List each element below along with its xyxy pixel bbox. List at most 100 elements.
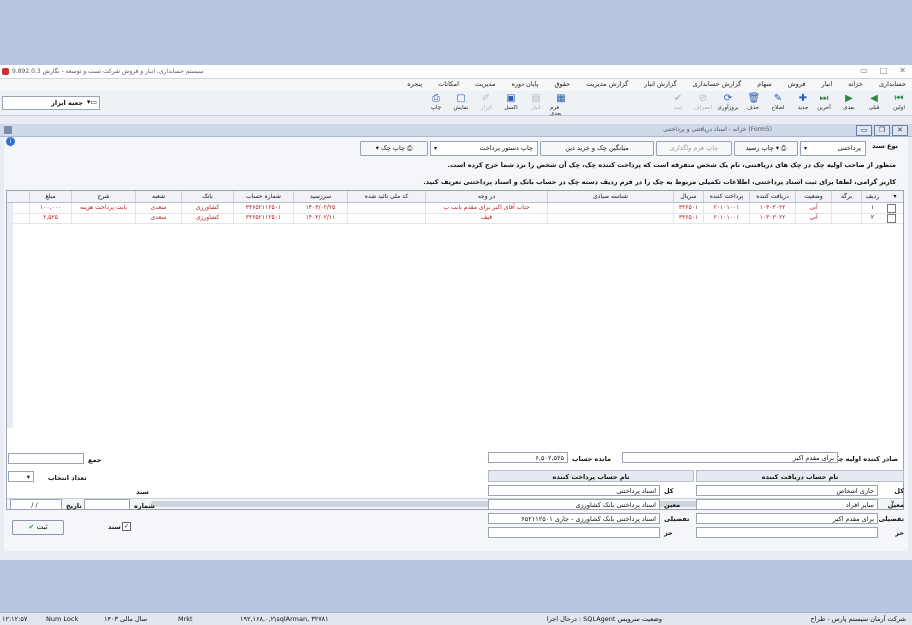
toolbar-nav-button-2[interactable]: ▶ بعدی — [838, 92, 860, 114]
toolbar-nav-button-3[interactable]: ⏭ آخرین — [813, 92, 835, 114]
column-header[interactable]: وضعیت — [795, 191, 831, 202]
table-cell[interactable] — [831, 213, 861, 223]
payer-account-field[interactable] — [488, 527, 660, 538]
minimize-button[interactable]: ▭ — [860, 66, 868, 75]
table-cell[interactable]: ۲۰۱۰۱۰۰۱ — [703, 213, 749, 223]
column-chooser-icon[interactable]: ▾ — [887, 191, 903, 202]
print-check-button[interactable]: ▾ چاپ چک ⎙ — [360, 141, 428, 156]
count-select[interactable]: ▾ — [8, 471, 34, 482]
toolbar-edit-button-2[interactable]: 🗑 حذف — [742, 92, 764, 114]
child-close-button[interactable]: ✕ — [892, 125, 908, 136]
table-cell[interactable]: ۳۳۶۵۲۱۱۲۵۰۱ — [233, 213, 293, 223]
table-cell[interactable]: آنی — [795, 203, 831, 213]
toolbar-edit-button-1[interactable]: ✎ اصلاح — [767, 92, 789, 114]
table-cell[interactable]: ۲ — [861, 213, 883, 223]
print-assign-form-button[interactable]: چاپ فرم واگذاری — [656, 141, 732, 156]
table-cell[interactable]: ۱۴۰۳/۰۲/۱۱ — [293, 213, 347, 223]
payer-account-field[interactable]: اسناد پرداختنی بانک کشاورزی - جاری ۶۵۲۱۱… — [488, 513, 660, 524]
menu-item-1[interactable]: خزانه — [848, 80, 863, 88]
table-cell[interactable] — [547, 203, 673, 213]
table-cell[interactable]: ۱۰۰,۰۰۰ — [29, 203, 71, 213]
receiver-account-field[interactable]: جاری اشخاص — [696, 485, 878, 496]
toolbar-nav-button-0[interactable]: ⏮ اولین — [888, 92, 910, 114]
menu-item-12[interactable]: پنجره — [407, 80, 422, 88]
vertical-scrollbar[interactable] — [7, 203, 13, 428]
print-payment-order-select[interactable]: ▾ چاپ دستور پرداخت — [430, 141, 538, 156]
help-icon[interactable]: i — [6, 137, 15, 146]
menu-item-11[interactable]: امکانات — [438, 80, 459, 88]
toolbar-edit-button-3[interactable]: ⟳ بروزآوری — [717, 92, 739, 114]
table-cell[interactable] — [347, 203, 425, 213]
column-header[interactable]: بانک — [181, 191, 233, 202]
table-cell[interactable] — [347, 213, 425, 223]
table-cell[interactable]: بابت پرداخت هزینه — [71, 203, 135, 213]
table-cell[interactable]: ۱۴۰۳/۰۲/۲۵ — [293, 203, 347, 213]
menu-item-9[interactable]: پایان دوره — [511, 80, 538, 88]
doc-type-select[interactable]: ▾ پرداختنی — [800, 141, 866, 156]
table-cell[interactable]: ۲۰۱۰۱۰۰۱ — [703, 203, 749, 213]
first-owner-field[interactable]: برای مقدم اکبر — [622, 452, 838, 463]
payer-account-field[interactable]: اسناد پرداختنی — [488, 485, 660, 496]
close-button[interactable]: ✕ — [899, 66, 906, 75]
menu-item-4[interactable]: سهام — [757, 80, 771, 88]
column-header[interactable]: شعبه — [135, 191, 181, 202]
table-cell[interactable]: کشاورزی — [181, 203, 233, 213]
toolbar-nav-button-1[interactable]: ◀ قبلی — [863, 92, 885, 114]
receiver-account-field[interactable]: برای مقدم اکبر — [696, 513, 878, 524]
table-cell[interactable]: ۲,۵۲۵ — [29, 213, 71, 223]
menu-item-8[interactable]: حقوق — [554, 80, 570, 88]
toolbar-edit-button-0[interactable]: ✚ جدید — [792, 92, 814, 114]
menu-item-0[interactable]: حسابداری — [879, 80, 906, 88]
table-cell[interactable] — [547, 213, 673, 223]
table-cell[interactable]: آنی — [795, 213, 831, 223]
menu-item-7[interactable]: گزارش مدیریت — [586, 80, 628, 88]
table-cell[interactable] — [71, 213, 135, 223]
receiver-account-field[interactable] — [696, 527, 878, 538]
toolbar-tools-button-3[interactable]: ✐ ابزار — [475, 92, 497, 114]
toolbar-tools-button-1[interactable]: ▤ انبار — [525, 92, 547, 114]
toolbar-edit-button-4[interactable]: ⊘ انصراف — [692, 92, 714, 114]
table-cell[interactable]: ۱ — [861, 203, 883, 213]
doc-date-field[interactable]: / / — [10, 499, 62, 510]
column-header[interactable]: برگه — [831, 191, 861, 202]
column-header[interactable]: شناسه صیادی — [547, 191, 673, 202]
table-cell[interactable]: ۳۳۶۵۰۱ — [673, 213, 703, 223]
column-header[interactable]: در وجه — [425, 191, 547, 202]
column-header[interactable]: سریال — [673, 191, 703, 202]
table-cell[interactable]: جناب آقای اکبر برای مقدم بابت پ — [425, 203, 547, 213]
child-restore-button[interactable]: ❐ — [874, 125, 890, 136]
menu-item-6[interactable]: گزارش انبار — [644, 80, 676, 88]
table-cell[interactable]: سعدی — [135, 203, 181, 213]
toolbox-dropdown[interactable]: جعبه ابزار ▾▭ — [2, 96, 100, 110]
table-cell[interactable]: قیف — [425, 213, 547, 223]
row-select-checkbox[interactable] — [887, 214, 896, 223]
receiver-account-field[interactable]: سایر افراد — [696, 499, 878, 510]
toolbar-edit-button-5[interactable]: ✔ ثبت — [667, 92, 689, 114]
print-receipt-button[interactable]: چاپ رسید ▾ ⎙ — [734, 141, 798, 156]
table-row[interactable]: ۲ آنی ۱۰۳۰۳۰۲۲ ۲۰۱۰۱۰۰۱ ۳۳۶۵۰۱ قیف ۱۴۰۳/۰۲/۱۱ ۳… — [7, 213, 903, 224]
doc-checkbox[interactable]: ✓ — [122, 522, 131, 531]
payer-account-field[interactable]: اسناد پرداختنی بانک کشاورزی — [488, 499, 660, 510]
column-header[interactable]: پرداخت کننده — [703, 191, 749, 202]
column-header[interactable]: سررسید — [293, 191, 347, 202]
column-header[interactable]: ردیف — [861, 191, 883, 202]
toolbar-tools-button-2[interactable]: ▣ اکسل — [500, 92, 522, 114]
column-header[interactable]: مبلغ — [29, 191, 71, 202]
submit-button[interactable]: ✔ ثبت — [12, 520, 64, 535]
table-cell[interactable]: ۱۰۳۰۳۰۲۲ — [749, 203, 795, 213]
child-minimize-button[interactable]: ▭ — [856, 125, 872, 136]
menu-item-10[interactable]: مدیریت — [475, 80, 495, 88]
column-header[interactable]: کد ملی تائید شده — [347, 191, 425, 202]
table-cell[interactable]: ۱۰۳۰۳۰۲۲ — [749, 213, 795, 223]
menu-item-5[interactable]: گزارش حسابداری — [693, 80, 742, 88]
table-cell[interactable]: کشاورزی — [181, 213, 233, 223]
row-select-checkbox[interactable] — [887, 204, 896, 213]
toolbar-tools-button-5[interactable]: ⎙ چاپ — [425, 92, 447, 114]
column-header[interactable]: شماره حساب — [233, 191, 293, 202]
avg-check-button[interactable]: میانگین چک و خرید دین — [540, 141, 654, 156]
table-cell[interactable]: سعدی — [135, 213, 181, 223]
column-header[interactable]: دریافت کننده — [749, 191, 795, 202]
table-cell[interactable]: ۳۳۶۵۰۱ — [673, 203, 703, 213]
table-cell[interactable] — [831, 203, 861, 213]
table-cell[interactable]: ۳۳۶۵۲۱۱۲۵۰۱ — [233, 203, 293, 213]
